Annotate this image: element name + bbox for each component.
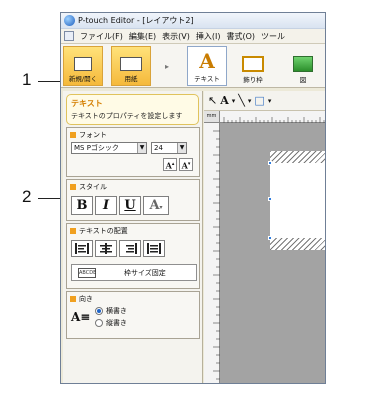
text-label: テキスト: [194, 75, 220, 83]
font-size-value: 24: [154, 144, 163, 152]
properties-pane: テキスト テキストのプロパティを設定します フォント MS Pゴシック ▼ 24…: [63, 91, 203, 383]
frame-button[interactable]: 飾り枠: [233, 46, 273, 86]
font-section: フォント MS Pゴシック ▼ 24 ▼ A▴ A▾: [66, 127, 200, 177]
bold-button[interactable]: B: [71, 196, 93, 215]
menu-insert[interactable]: 挿入(I): [196, 31, 221, 42]
callout-number-2: 2: [22, 187, 32, 206]
image-button[interactable]: 図: [283, 46, 323, 86]
align-center-icon: [100, 243, 112, 254]
new-open-button[interactable]: 新規/開く: [63, 46, 103, 86]
text-icon: A: [199, 49, 215, 73]
text-button[interactable]: A テキスト: [187, 46, 227, 86]
menu-view[interactable]: 表示(V): [162, 31, 190, 42]
horizontal-ruler: [220, 111, 325, 123]
section-marker-icon: [70, 184, 76, 190]
paper-icon: [120, 57, 142, 71]
vertical-label: 縦書き: [106, 319, 127, 327]
grow-font-button[interactable]: A▴: [163, 158, 177, 171]
frame-label: 飾り枠: [243, 76, 263, 84]
chevron-down-icon[interactable]: ▾: [232, 97, 236, 105]
pane-description: テキストのプロパティを設定します: [71, 112, 183, 120]
new-document-icon: [74, 57, 92, 71]
italic-button[interactable]: I: [95, 196, 117, 215]
line-tool-icon[interactable]: ╲: [238, 94, 245, 107]
horizontal-radio[interactable]: 横書き: [95, 306, 127, 316]
menu-format[interactable]: 書式(O): [226, 31, 255, 42]
vertical-ruler: [204, 123, 220, 383]
section-marker-icon: [70, 132, 76, 138]
app-icon: [64, 15, 75, 26]
pane-header: テキスト テキストのプロパティを設定します: [66, 94, 199, 125]
label-margin-top: [270, 151, 325, 163]
section-marker-icon: [70, 296, 76, 302]
shape-tool-icon[interactable]: □: [254, 94, 264, 107]
chevron-down-icon[interactable]: ▾: [248, 97, 252, 105]
document-icon[interactable]: [64, 31, 74, 41]
command-bar: 新規/開く 用紙 ▸ A テキスト 飾り枠 図: [61, 44, 325, 88]
text-effect-button[interactable]: A▾: [143, 196, 169, 215]
font-size-select[interactable]: 24 ▼: [151, 142, 187, 154]
align-right-button[interactable]: [119, 240, 141, 257]
label-margin-bottom: [270, 238, 325, 250]
align-justify-button[interactable]: [143, 240, 165, 257]
ruler-unit: mm: [204, 111, 220, 123]
align-justify-icon: [147, 243, 161, 254]
align-right-icon: [126, 243, 137, 254]
chevron-down-icon[interactable]: ▼: [137, 143, 146, 153]
vertical-radio[interactable]: 縦書き: [95, 318, 127, 328]
section-marker-icon: [70, 228, 76, 234]
font-family-value: MS Pゴシック: [74, 144, 119, 152]
direction-section-title: 向き: [79, 295, 93, 303]
resize-handle[interactable]: [268, 197, 272, 201]
radio-unselected[interactable]: [95, 319, 103, 327]
align-left-icon: [75, 243, 89, 254]
alignment-section: テキストの配置 ABCDE 枠サイズ固定: [66, 223, 200, 289]
label-paper[interactable]: [270, 163, 325, 238]
menu-tools[interactable]: ツール: [261, 31, 285, 42]
fixed-frame-size-icon: ABCDE: [78, 267, 97, 278]
font-family-select[interactable]: MS Pゴシック ▼: [71, 142, 147, 154]
font-section-title: フォント: [79, 131, 107, 139]
fixed-frame-size-button[interactable]: ABCDE 枠サイズ固定: [71, 264, 197, 281]
chevron-down-icon[interactable]: ▼: [177, 143, 186, 153]
alignment-section-title: テキストの配置: [79, 227, 128, 235]
style-section: スタイル B I U A▾: [66, 179, 200, 221]
align-left-button[interactable]: [71, 240, 93, 257]
menu-file[interactable]: ファイル(F): [80, 31, 123, 42]
new-open-label: 新規/開く: [68, 75, 98, 83]
menu-edit[interactable]: 編集(E): [129, 31, 156, 42]
resize-handle[interactable]: [268, 236, 272, 240]
paper-button[interactable]: 用紙: [111, 46, 151, 86]
resize-handle[interactable]: [268, 161, 272, 165]
select-arrow-icon[interactable]: ↖: [208, 94, 217, 107]
fixed-frame-size-label: 枠サイズ固定: [124, 268, 166, 277]
app-window: P-touch Editor - [レイアウト2] ファイル(F) 編集(E) …: [60, 12, 326, 384]
shrink-font-button[interactable]: A▾: [179, 158, 193, 171]
chevron-down-icon[interactable]: ▾: [268, 97, 272, 105]
text-effect-glyph: A: [149, 198, 160, 213]
pane-title: テキスト: [71, 99, 103, 108]
underline-button[interactable]: U: [119, 196, 141, 215]
layout-canvas[interactable]: mm: [204, 111, 325, 383]
radio-selected[interactable]: [95, 307, 103, 315]
direction-icon: A≡: [71, 310, 91, 324]
image-label: 図: [299, 76, 307, 84]
callout-number-1: 1: [22, 70, 32, 89]
style-section-title: スタイル: [79, 183, 107, 191]
direction-section: 向き A≡ 横書き 縦書き: [66, 291, 200, 339]
image-icon: [293, 56, 313, 72]
frame-icon: [242, 56, 264, 72]
window-title: P-touch Editor - [レイアウト2]: [78, 16, 194, 25]
menu-bar: ファイル(F) 編集(E) 表示(V) 挿入(I) 書式(O) ツール: [61, 29, 325, 44]
paper-label: 用紙: [124, 75, 138, 83]
horizontal-label: 横書き: [106, 307, 127, 315]
text-tool-icon[interactable]: A: [220, 94, 229, 107]
ribbon-expand-icon[interactable]: ▸: [165, 62, 169, 71]
drawing-toolbar: ↖ A ▾ ╲ ▾ □ ▾: [204, 91, 325, 111]
title-bar: P-touch Editor - [レイアウト2]: [61, 13, 325, 29]
align-center-button[interactable]: [95, 240, 117, 257]
